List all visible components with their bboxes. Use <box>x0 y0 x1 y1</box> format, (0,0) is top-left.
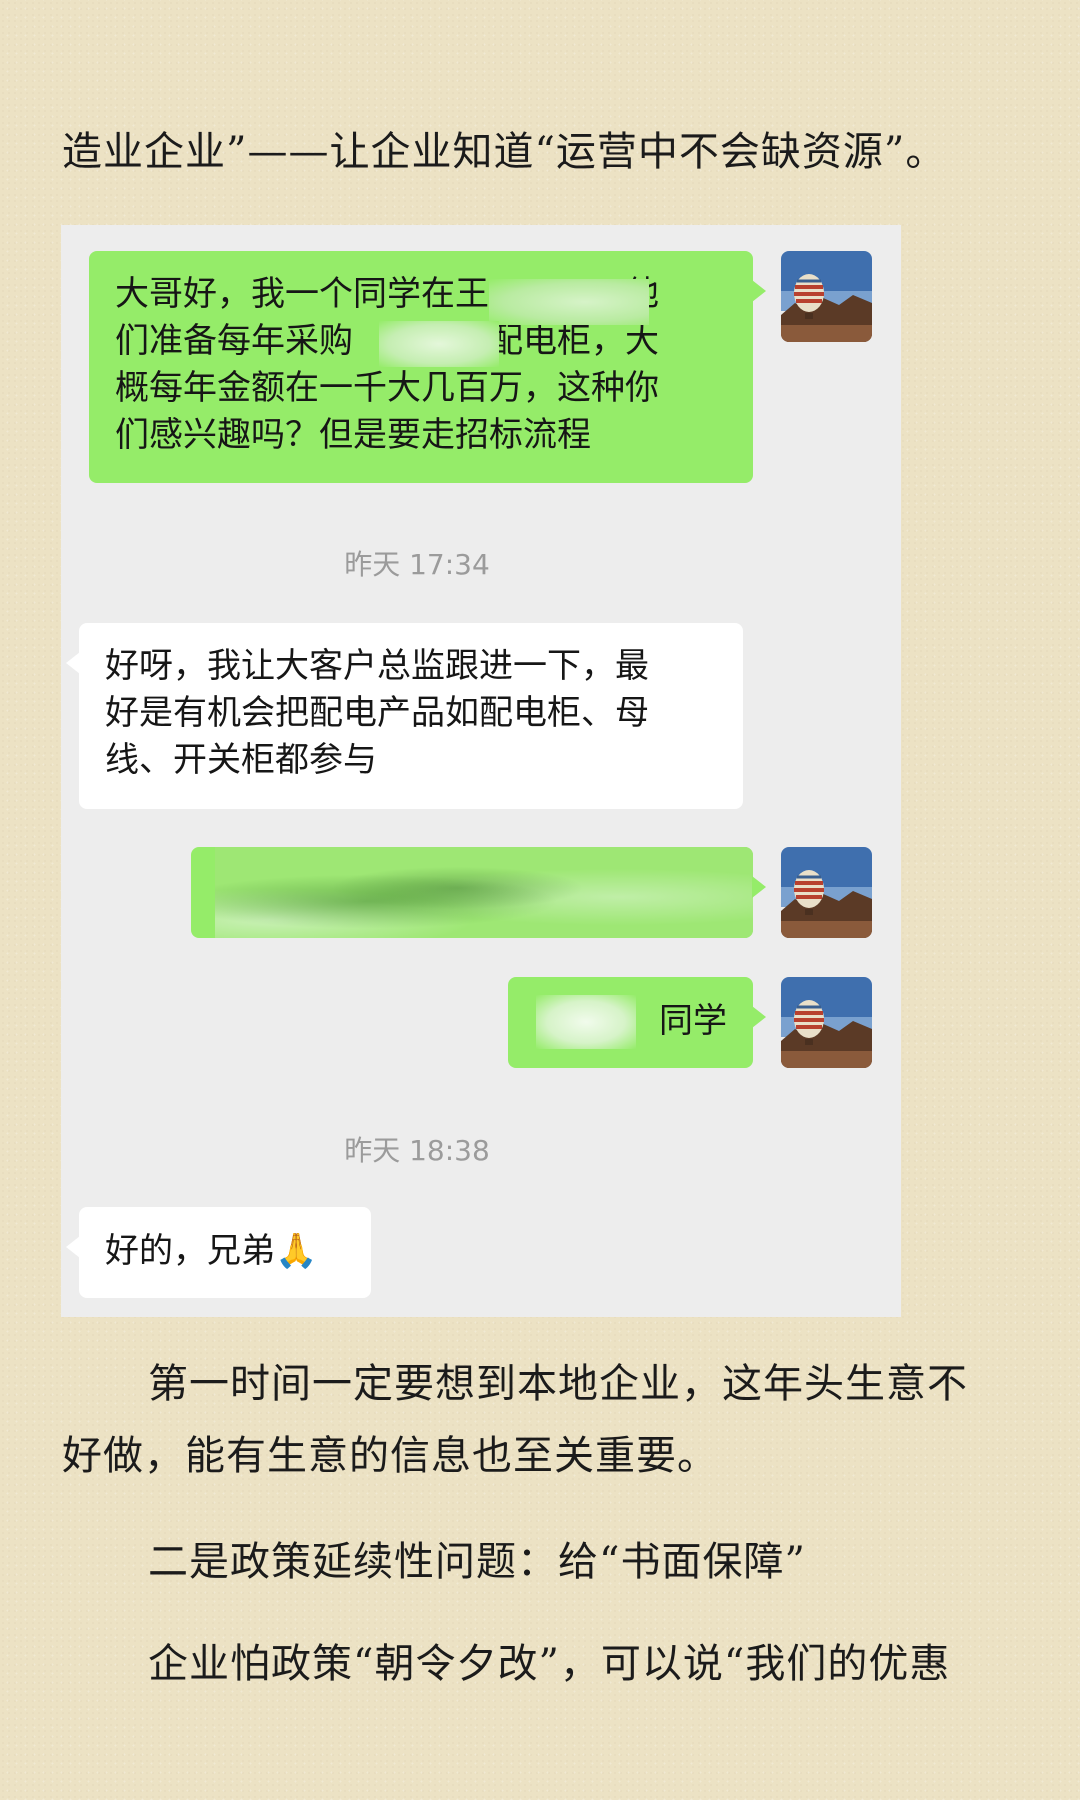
redaction-mark <box>379 321 499 367</box>
redaction-mark <box>536 995 636 1049</box>
chat-message-outgoing: 大哥好，我一个同学在王 ，他 们准备每年采购 个配电柜，大 概每年金额在一千大几… <box>89 251 766 483</box>
avatar-me[interactable] <box>781 977 872 1068</box>
redaction-mark <box>489 279 649 325</box>
article-paragraph-2: 二是政策延续性问题：给“书面保障” <box>148 1539 806 1585</box>
chat-timestamp: 昨天 18:38 <box>344 1134 490 1167</box>
article-paragraph-1-line-1: 第一时间一定要想到本地企业，这年头生意不 <box>148 1361 968 1407</box>
chat-screenshot: 大哥好，我一个同学在王 ，他 们准备每年采购 个配电柜，大 概每年金额在一千大几… <box>61 225 901 1317</box>
redaction-mark <box>215 847 753 938</box>
hot-air-balloon-avatar-icon <box>781 977 872 1068</box>
chat-message-text: 好呀，我让大客户总监跟进一下，最 好是有机会把配电产品如配电柜、母 线、开关柜都… <box>105 646 649 780</box>
article-paragraph-3: 企业怕政策“朝令夕改”，可以说“我们的优惠 <box>148 1641 951 1687</box>
chat-timestamp: 昨天 17:34 <box>344 548 490 581</box>
hot-air-balloon-avatar-icon <box>781 251 872 342</box>
chat-message-outgoing: 同学 <box>508 977 766 1068</box>
chat-message-incoming: 好的，兄弟🙏 <box>66 1207 371 1298</box>
hot-air-balloon-avatar-icon <box>781 847 872 938</box>
chat-message-incoming: 好呀，我让大客户总监跟进一下，最 好是有机会把配电产品如配电柜、母 线、开关柜都… <box>66 623 743 809</box>
avatar-me[interactable] <box>781 251 872 342</box>
chat-message-text: 好的，兄弟🙏 <box>105 1231 318 1271</box>
article-paragraph-1-line-2: 好做，能有生意的信息也至关重要。 <box>62 1433 718 1479</box>
avatar-me[interactable] <box>781 847 872 938</box>
chat-message-outgoing <box>191 847 766 938</box>
article-paragraph-top: 造业企业”——让企业知道“运营中不会缺资源”。 <box>62 129 947 175</box>
